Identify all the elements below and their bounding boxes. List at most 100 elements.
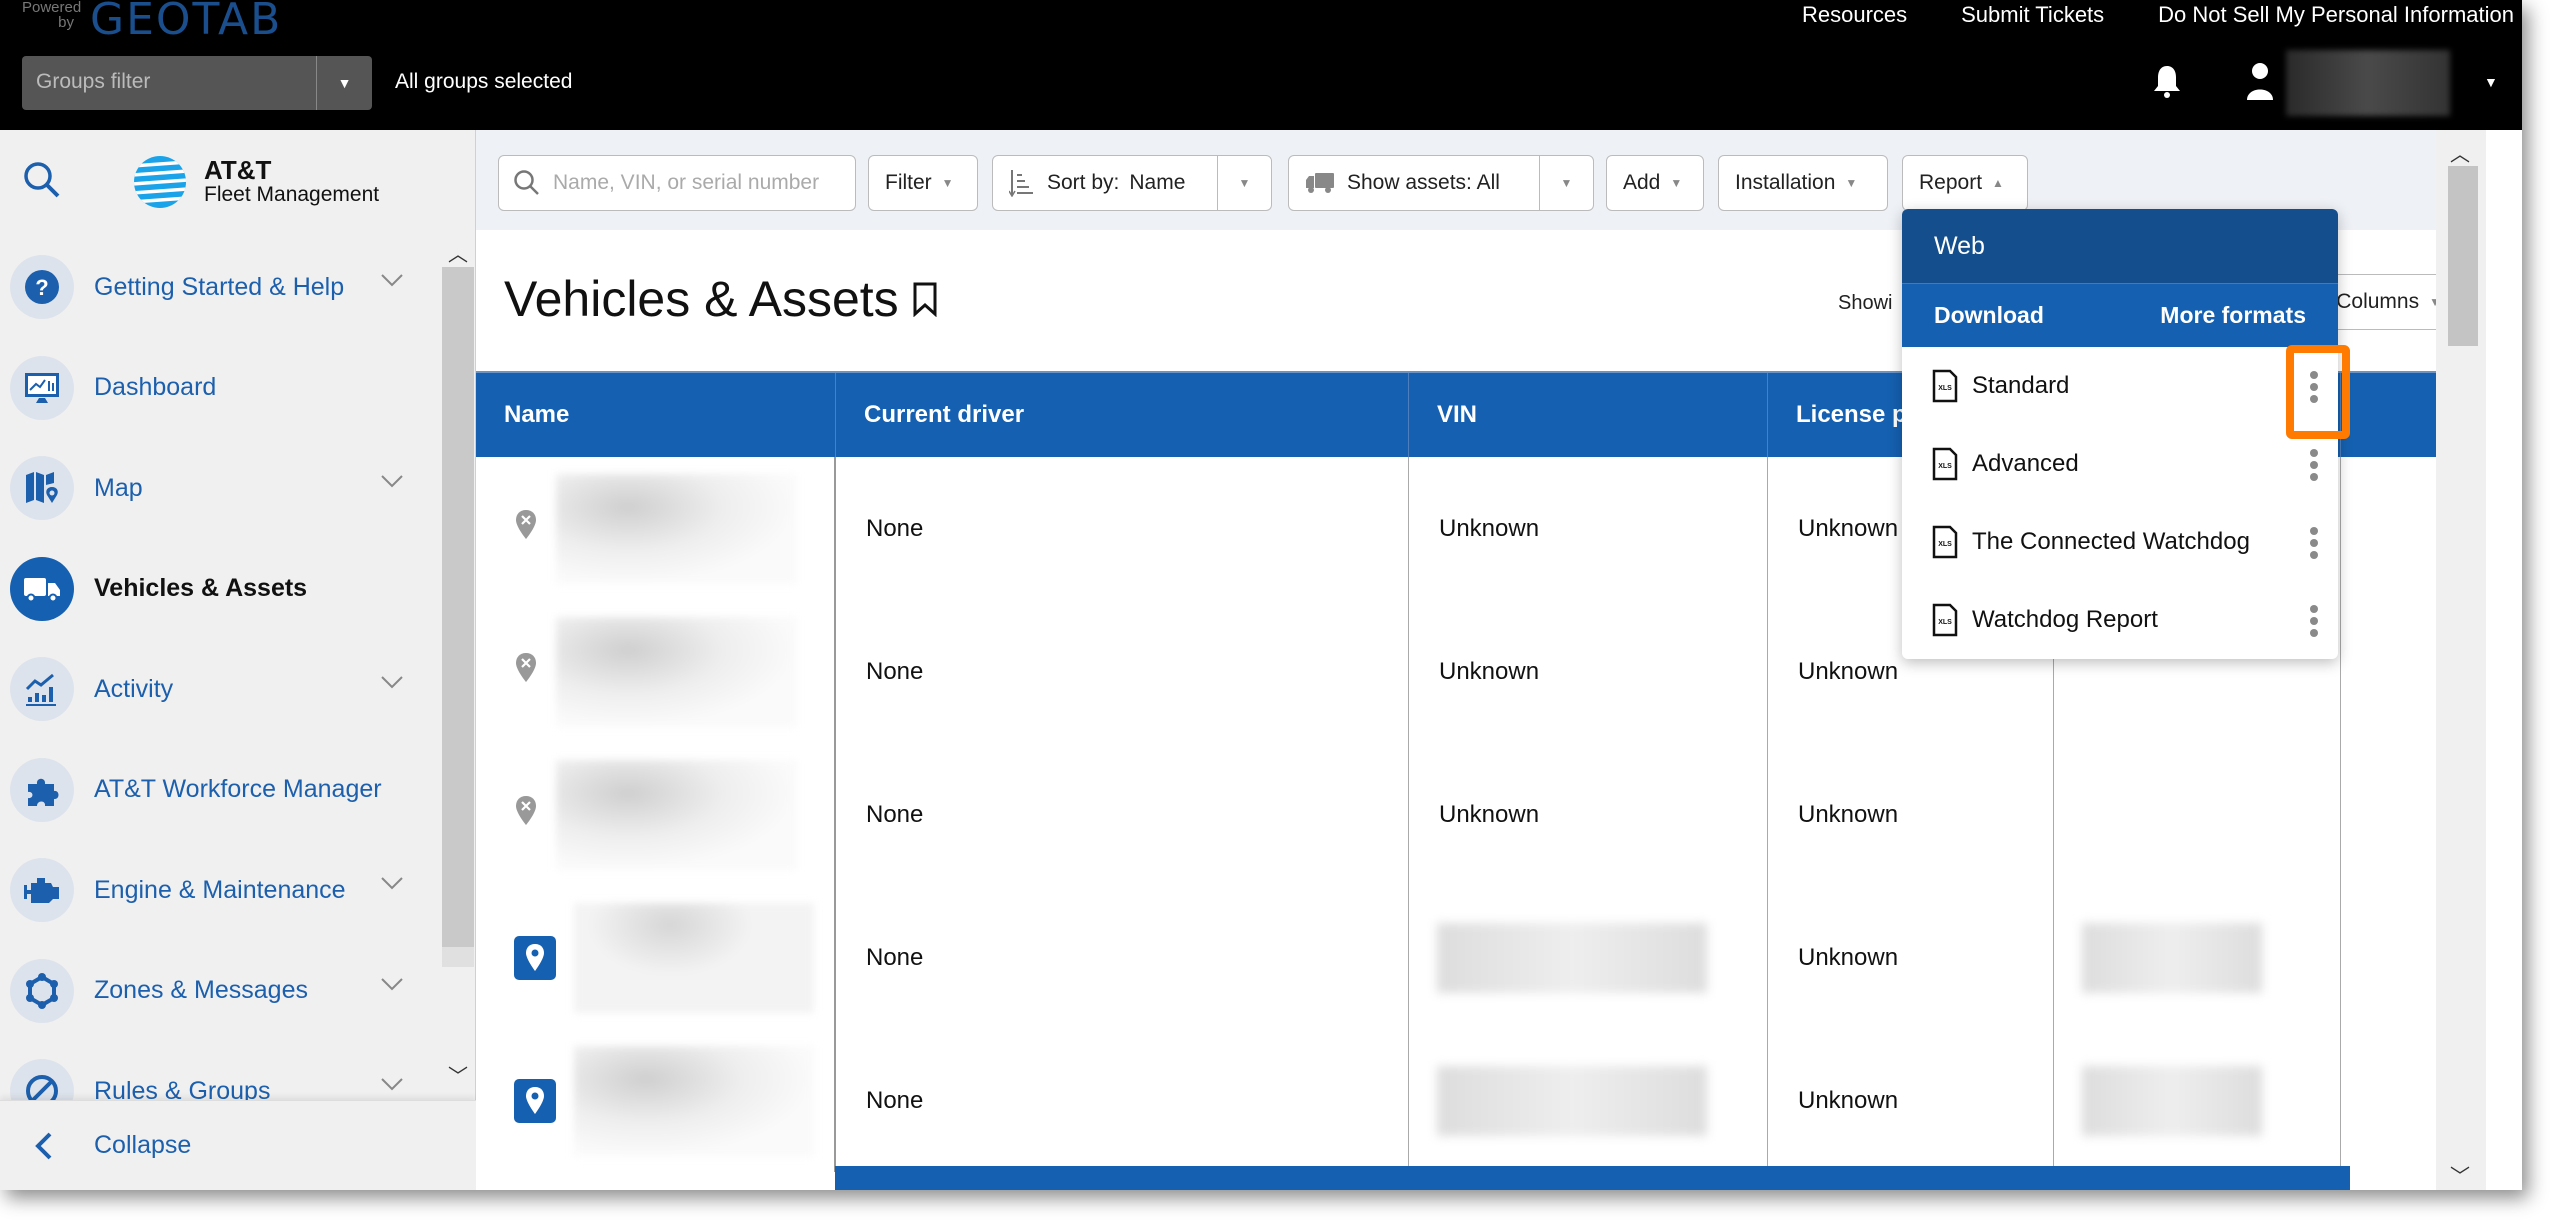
chevron-down-icon[interactable]: [380, 675, 404, 689]
more-options-kebab-icon[interactable]: [2302, 445, 2326, 485]
logo-title: AT&T: [204, 155, 272, 185]
asset-name-redacted: [574, 902, 814, 1013]
sidebar-item-workforce-manager[interactable]: AT&T Workforce Manager: [0, 740, 440, 841]
sidebar-item-zones-messages[interactable]: Zones & Messages: [0, 941, 440, 1042]
sidebar-item-label: Map: [94, 473, 143, 502]
search-input[interactable]: Name, VIN, or serial number: [498, 155, 856, 211]
more-options-kebab-icon[interactable]: [2302, 523, 2326, 563]
scroll-down-icon[interactable]: ﹀: [2450, 1160, 2470, 1189]
sidebar-scroll-down-icon[interactable]: ﹀: [448, 1060, 468, 1089]
groups-filter-dropdown-button[interactable]: ▼: [316, 56, 372, 110]
groups-filter-input[interactable]: Groups filter: [22, 56, 316, 110]
location-pin-icon[interactable]: [514, 935, 556, 980]
sort-control[interactable]: Sort by: Name ▼: [992, 155, 1272, 211]
cell-vin: [1409, 886, 1768, 1029]
att-logo: AT&T Fleet Management: [132, 154, 379, 210]
caret-up-icon: ▲: [1992, 176, 2004, 190]
cell-name[interactable]: [476, 457, 836, 600]
report-item[interactable]: XLS Watchdog Report: [1902, 581, 2338, 659]
search-icon: [514, 170, 539, 195]
sidebar-item-vehicles-assets[interactable]: Vehicles & Assets: [0, 539, 440, 640]
chevron-down-icon[interactable]: [380, 474, 404, 488]
value-redacted: [2082, 922, 2262, 993]
user-name-redacted[interactable]: [2286, 50, 2450, 116]
xls-file-icon: XLS: [1932, 525, 1958, 559]
more-options-kebab-icon[interactable]: [2302, 601, 2326, 641]
report-item-label: Watchdog Report: [1972, 606, 2158, 633]
cell-name[interactable]: [476, 600, 836, 743]
resources-link[interactable]: Resources: [1802, 2, 1907, 28]
scroll-up-icon[interactable]: ︿: [2450, 138, 2470, 167]
cell-vin: Unknown: [1409, 457, 1768, 600]
caret-down-icon: ▼: [1670, 176, 1683, 190]
sidebar-scroll-up-icon[interactable]: ︿: [448, 238, 468, 267]
cell-vin: [1409, 1029, 1768, 1172]
vertical-scrollbar-thumb[interactable]: [2448, 166, 2478, 346]
zones-icon: [26, 972, 58, 1009]
sidebar-item-activity[interactable]: Activity: [0, 639, 440, 740]
report-web-option[interactable]: Web: [1902, 209, 2338, 283]
bookmark-icon[interactable]: [911, 281, 939, 317]
sidebar-item-engine-maintenance[interactable]: Engine & Maintenance: [0, 840, 440, 941]
show-assets-control[interactable]: Show assets: All ▼: [1288, 155, 1594, 211]
sidebar-scrollbar-thumb[interactable]: [442, 267, 474, 947]
sidebar-item-dashboard[interactable]: Dashboard: [0, 338, 440, 439]
cell-hidden-column: [2054, 1029, 2341, 1172]
download-tab[interactable]: Download: [1934, 302, 2044, 329]
vertical-scrollbar[interactable]: ︿ ﹀: [2436, 130, 2486, 1190]
report-item[interactable]: XLS Advanced: [1902, 425, 2338, 503]
driver-value: None: [866, 1086, 924, 1114]
sidebar-item-label: Zones & Messages: [94, 976, 308, 1005]
report-button[interactable]: Report ▲: [1902, 155, 2028, 211]
show-assets-dropdown-button[interactable]: ▼: [1539, 156, 1593, 210]
notifications-bell-icon[interactable]: [2152, 64, 2182, 105]
cell-license-plate: Unknown: [1768, 886, 2054, 1029]
cell-name[interactable]: [476, 1029, 836, 1172]
filter-label: Filter: [885, 171, 932, 194]
report-item[interactable]: XLS Standard: [1902, 347, 2338, 425]
chevron-down-icon[interactable]: [380, 977, 404, 991]
vin-value: Unknown: [1439, 514, 1540, 542]
asset-name-redacted: [556, 616, 796, 727]
groups-filter[interactable]: Groups filter ▼: [22, 56, 372, 110]
add-button[interactable]: Add ▼: [1606, 155, 1704, 211]
table-row[interactable]: None Unknown Unknown: [476, 743, 2486, 886]
cell-vin: Unknown: [1409, 743, 1768, 886]
column-header-name[interactable]: Name: [476, 373, 836, 457]
more-formats-tab[interactable]: More formats: [2160, 302, 2306, 329]
sidebar-item-getting-started[interactable]: ? Getting Started & Help: [0, 237, 440, 338]
table-row[interactable]: NoneUnknown4: [476, 1029, 2486, 1172]
att-globe-icon: [134, 156, 186, 208]
report-list: XLS Standard XLS Advanced XLS The Connected W…: [1902, 347, 2338, 659]
sort-dropdown-button[interactable]: ▼: [1217, 156, 1271, 210]
license-value: Unknown: [1798, 514, 1899, 542]
sidebar-item-map[interactable]: Map: [0, 438, 440, 539]
highlight-box: [2286, 345, 2350, 439]
svg-text:?: ?: [35, 275, 48, 300]
sidebar-search-icon[interactable]: [22, 160, 62, 205]
top-bar: Powered by GEOTAB Resources Submit Ticke…: [0, 0, 2522, 130]
driver-value: None: [866, 943, 924, 971]
collapse-sidebar-button[interactable]: Collapse: [0, 1100, 476, 1190]
driver-value: None: [866, 657, 924, 685]
horizontal-scrollbar[interactable]: [835, 1166, 2350, 1190]
chevron-down-icon[interactable]: [380, 273, 404, 287]
cell-name[interactable]: [476, 886, 836, 1029]
user-menu-caret-icon[interactable]: ▼: [2484, 74, 2498, 90]
do-not-sell-link[interactable]: Do Not Sell My Personal Information: [2158, 2, 2514, 28]
installation-button[interactable]: Installation ▼: [1718, 155, 1888, 211]
user-avatar-icon[interactable]: [2246, 62, 2274, 107]
svg-text:XLS: XLS: [1938, 385, 1952, 392]
location-pin-icon[interactable]: [514, 1078, 556, 1123]
chevron-down-icon[interactable]: [380, 1077, 404, 1091]
filter-button[interactable]: Filter ▼: [868, 155, 978, 211]
caret-down-icon: ▼: [941, 176, 954, 190]
column-header-vin[interactable]: VIN: [1409, 373, 1768, 457]
report-item[interactable]: XLS The Connected Watchdog: [1902, 503, 2338, 581]
column-header-current-driver[interactable]: Current driver: [836, 373, 1409, 457]
table-row[interactable]: NoneUnknown2: [476, 886, 2486, 1029]
svg-text:XLS: XLS: [1938, 463, 1952, 470]
chevron-down-icon[interactable]: [380, 876, 404, 890]
cell-name[interactable]: [476, 743, 836, 886]
submit-tickets-link[interactable]: Submit Tickets: [1961, 2, 2104, 28]
